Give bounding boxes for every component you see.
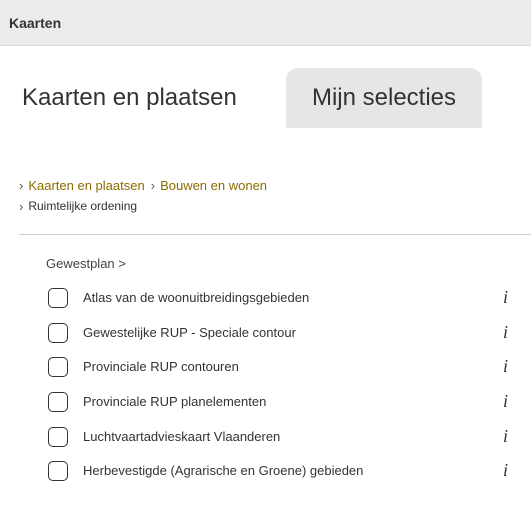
layer-label: Gewestelijke RUP - Speciale contour xyxy=(83,325,296,340)
panel-header: Kaarten xyxy=(0,0,531,46)
list-item: Herbevestigde (Agrarische en Groene) geb… xyxy=(0,456,531,488)
layer-checkbox[interactable] xyxy=(48,427,68,447)
list-item: Atlas van de woonuitbreidingsgebieden i xyxy=(0,283,531,315)
breadcrumb-current: Ruimtelijke ordening xyxy=(28,199,138,213)
info-icon[interactable]: i xyxy=(503,460,508,481)
layer-label: Provinciale RUP planelementen xyxy=(83,394,267,409)
chevron-right-icon: › xyxy=(19,199,24,214)
tab-mijn-selecties[interactable]: Mijn selecties xyxy=(286,68,482,128)
list-item: Provinciale RUP planelementen i xyxy=(0,387,531,419)
list-item: Gewestelijke RUP - Speciale contour i xyxy=(0,318,531,350)
info-icon[interactable]: i xyxy=(503,391,508,412)
info-icon[interactable]: i xyxy=(503,287,508,308)
layer-label: Provinciale RUP contouren xyxy=(83,359,239,374)
section-gewestplan[interactable]: Gewestplan > xyxy=(46,256,126,271)
layer-checkbox[interactable] xyxy=(48,392,68,412)
info-icon[interactable]: i xyxy=(503,356,508,377)
layer-checkbox[interactable] xyxy=(48,357,68,377)
layer-label: Luchtvaartadvieskaart Vlaanderen xyxy=(83,429,281,444)
tab-kaarten-en-plaatsen[interactable]: Kaarten en plaatsen xyxy=(9,68,286,128)
chevron-right-icon: › xyxy=(19,178,24,193)
layer-label: Herbevestigde (Agrarische en Groene) geb… xyxy=(83,463,364,478)
layer-checkbox[interactable] xyxy=(48,288,68,308)
breadcrumb-link-bouwen-en-wonen[interactable]: Bouwen en wonen xyxy=(160,175,267,196)
panel-title: Kaarten xyxy=(9,14,62,31)
list-item: Provinciale RUP contouren i xyxy=(0,352,531,384)
breadcrumb-link-kaarten-en-plaatsen[interactable]: Kaarten en plaatsen xyxy=(28,175,144,196)
info-icon[interactable]: i xyxy=(503,322,508,343)
layer-label: Atlas van de woonuitbreidingsgebieden xyxy=(83,290,310,305)
chevron-right-icon: › xyxy=(150,178,156,193)
info-icon[interactable]: i xyxy=(503,426,508,447)
divider xyxy=(19,234,531,235)
tab-bar: Kaarten en plaatsen Mijn selecties xyxy=(0,46,531,128)
breadcrumb: › Kaarten en plaatsen › Bouwen en wonen … xyxy=(19,175,267,217)
layer-checkbox[interactable] xyxy=(48,461,68,481)
list-item: Luchtvaartadvieskaart Vlaanderen i xyxy=(0,422,531,454)
layer-checkbox[interactable] xyxy=(48,323,68,343)
